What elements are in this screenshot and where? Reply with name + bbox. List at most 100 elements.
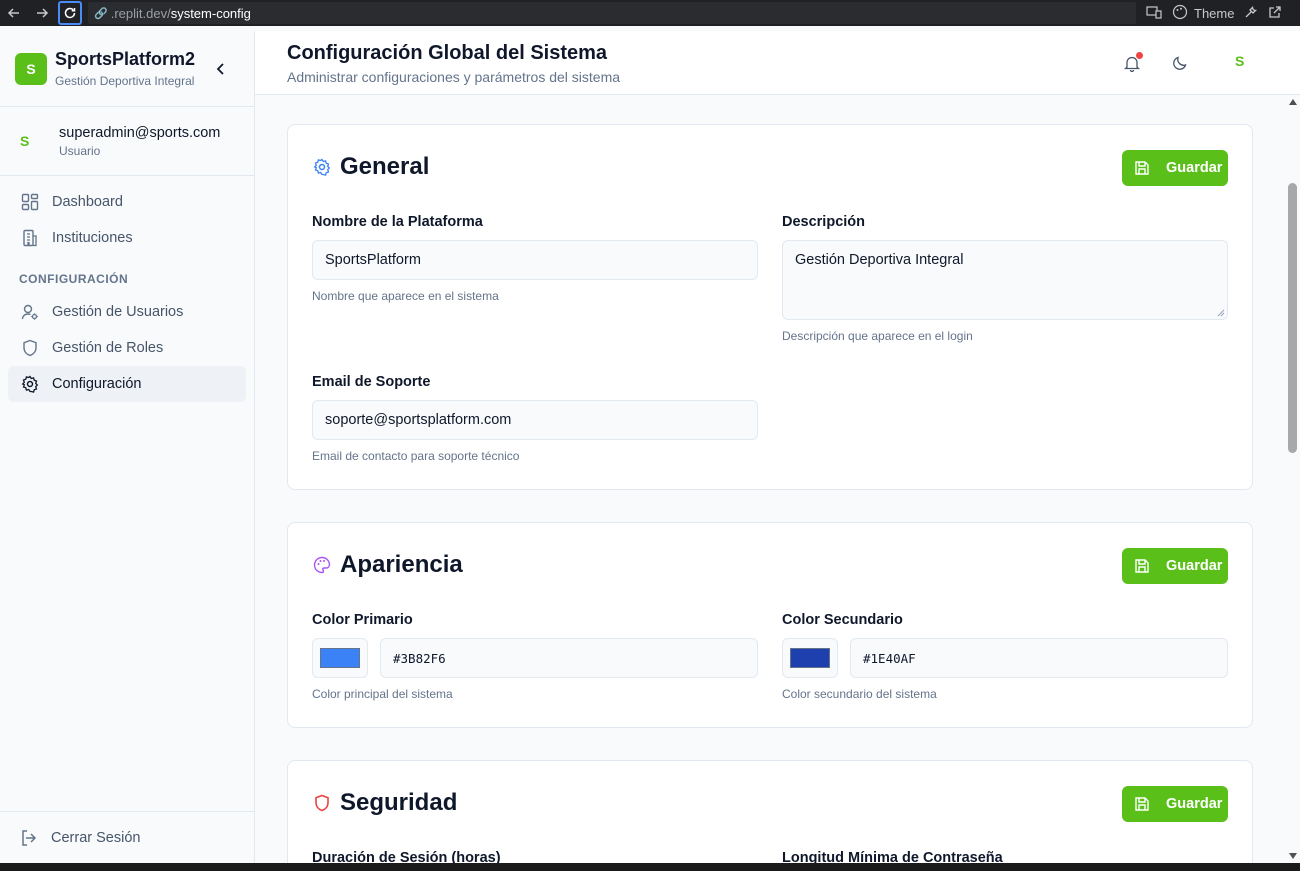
gear-icon: [20, 374, 40, 394]
secondary-color-help: Color secundario del sistema: [782, 687, 937, 701]
min-password-label: Longitud Mínima de Contraseña: [782, 850, 1003, 863]
scroll-down-arrow-icon[interactable]: [1289, 853, 1297, 859]
dashboard-icon: [20, 192, 40, 212]
brand-name: SportsPlatform2: [55, 49, 196, 69]
primary-color-label: Color Primario: [312, 612, 413, 628]
support-email-label: Email de Soporte: [312, 374, 431, 390]
logout-button[interactable]: Cerrar Sesión: [0, 811, 254, 863]
brand-subtitle: Gestión Deportiva Integral: [55, 74, 195, 88]
secondary-color-label: Color Secundario: [782, 612, 903, 628]
devices-icon[interactable]: [1146, 5, 1162, 22]
platform-name-input[interactable]: SportsPlatform: [312, 240, 758, 280]
back-arrow-icon[interactable]: [4, 3, 24, 23]
secondary-color-field: Color Secundario #1E40AF Color secundari…: [782, 612, 1228, 701]
save-button-label: Guardar: [1166, 558, 1223, 574]
sidebar: S SportsPlatform2 Gestión Deportiva Inte…: [0, 31, 255, 863]
secondary-color-swatch: [790, 648, 830, 668]
collapse-sidebar-chevron-icon[interactable]: [212, 60, 230, 78]
sidebar-item-instituciones[interactable]: Instituciones: [8, 220, 246, 256]
shield-icon: [312, 793, 332, 813]
primary-color-swatch: [320, 648, 360, 668]
description-field: Descripción Gestión Deportiva Integral D…: [782, 214, 1228, 343]
primary-color-picker[interactable]: [312, 638, 368, 678]
page-header: Configuración Global del Sistema Adminis…: [255, 31, 1300, 95]
sidebar-item-usuarios[interactable]: Gestión de Usuarios: [8, 294, 246, 330]
brand-logo: S: [15, 52, 47, 85]
page-title: Configuración Global del Sistema: [287, 42, 608, 64]
url-host: .replit.dev/: [110, 5, 171, 21]
external-link-icon[interactable]: [1268, 5, 1282, 22]
save-general-button[interactable]: Guardar: [1122, 150, 1228, 186]
save-icon: [1134, 558, 1150, 574]
card-title-text: Apariencia: [340, 551, 463, 578]
scroll-up-arrow-icon[interactable]: [1289, 99, 1297, 105]
brand-header: S SportsPlatform2 Gestión Deportiva Inte…: [0, 31, 254, 107]
sidebar-item-configuracion[interactable]: Configuración: [8, 366, 246, 402]
dark-mode-moon-icon[interactable]: [1168, 51, 1192, 75]
sidebar-item-label: Configuración: [52, 376, 142, 392]
sidebar-item-label: Instituciones: [52, 230, 133, 246]
sidebar-nav: Dashboard Instituciones CONFIGURACIÓN Ge…: [0, 176, 254, 402]
description-textarea[interactable]: Gestión Deportiva Integral: [782, 240, 1228, 320]
header-user-avatar[interactable]: S: [1235, 53, 1244, 69]
appearance-settings-card: Apariencia Guardar Color Primario #3B82F…: [287, 522, 1253, 728]
support-email-input[interactable]: soporte@sportsplatform.com: [312, 400, 758, 440]
security-card-title: Seguridad: [312, 789, 457, 817]
primary-color-field: Color Primario #3B82F6 Color principal d…: [312, 612, 758, 701]
taskbar-edge: [0, 863, 1300, 871]
user-gear-icon: [20, 302, 40, 322]
palette-icon[interactable]: [1172, 4, 1188, 23]
primary-color-input[interactable]: #3B82F6: [380, 638, 758, 678]
platform-name-label: Nombre de la Plataforma: [312, 214, 483, 230]
general-settings-card: General Guardar Nombre de la Plataforma …: [287, 124, 1253, 490]
user-email: superadmin@sports.com: [59, 124, 221, 141]
card-title-text: General: [340, 153, 430, 180]
shield-icon: [20, 338, 40, 358]
secondary-color-input[interactable]: #1E40AF: [850, 638, 1228, 678]
save-icon: [1134, 160, 1150, 176]
save-button-label: Guardar: [1166, 160, 1223, 176]
appearance-card-title: Apariencia: [312, 551, 463, 579]
description-help: Descripción que aparece en el login: [782, 329, 973, 343]
support-email-field: Email de Soporte soporte@sportsplatform.…: [312, 374, 758, 463]
browser-toolbar: 🔗 .replit.dev/system-config Theme: [0, 0, 1300, 26]
wrench-icon[interactable]: [1244, 5, 1258, 22]
main-content: General Guardar Nombre de la Plataforma …: [255, 95, 1286, 863]
general-card-title: General: [312, 153, 429, 181]
save-icon: [1134, 796, 1150, 812]
secondary-color-picker[interactable]: [782, 638, 838, 678]
page-subtitle: Administrar configuraciones y parámetros…: [287, 69, 621, 85]
description-label: Descripción: [782, 214, 865, 230]
sidebar-item-dashboard[interactable]: Dashboard: [8, 184, 246, 220]
theme-label[interactable]: Theme: [1194, 6, 1234, 21]
user-avatar: S: [20, 133, 30, 149]
save-security-button[interactable]: Guardar: [1122, 786, 1228, 822]
content-scrollbar[interactable]: [1286, 95, 1300, 863]
logout-label: Cerrar Sesión: [51, 829, 141, 846]
security-settings-card: Seguridad Guardar Duración de Sesión (ho…: [287, 760, 1253, 863]
session-duration-label: Duración de Sesión (horas): [312, 850, 501, 863]
user-profile: S superadmin@sports.com Usuario: [0, 107, 254, 176]
sidebar-item-label: Gestión de Usuarios: [52, 304, 184, 320]
primary-color-help: Color principal del sistema: [312, 687, 453, 701]
resize-handle-icon[interactable]: [1217, 309, 1225, 317]
building-icon: [20, 228, 40, 248]
gear-icon: [312, 157, 332, 177]
description-value: Gestión Deportiva Integral: [795, 252, 964, 268]
forward-arrow-icon[interactable]: [32, 3, 52, 23]
support-email-help: Email de contacto para soporte técnico: [312, 449, 520, 463]
address-bar[interactable]: 🔗 .replit.dev/system-config: [88, 2, 1136, 24]
reload-icon[interactable]: [58, 1, 82, 25]
notifications-bell-icon[interactable]: [1120, 51, 1144, 75]
platform-name-field: Nombre de la Plataforma SportsPlatform N…: [312, 214, 758, 303]
scroll-thumb[interactable]: [1288, 183, 1297, 453]
palette-icon: [312, 555, 332, 575]
save-appearance-button[interactable]: Guardar: [1122, 548, 1228, 584]
logout-icon: [19, 828, 39, 848]
card-title-text: Seguridad: [340, 789, 458, 816]
link-icon: 🔗: [94, 7, 108, 20]
sidebar-item-label: Dashboard: [52, 194, 123, 210]
notification-dot: [1136, 52, 1143, 59]
sidebar-item-roles[interactable]: Gestión de Roles: [8, 330, 246, 366]
sidebar-item-label: Gestión de Roles: [52, 340, 164, 356]
